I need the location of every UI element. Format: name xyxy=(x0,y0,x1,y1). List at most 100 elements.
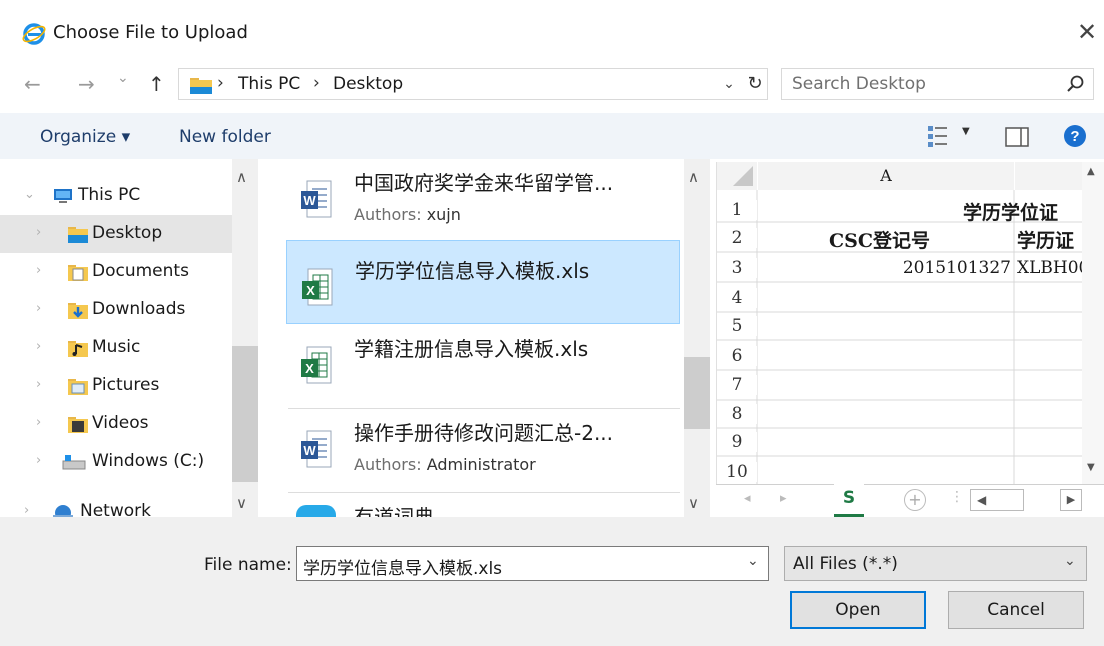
desktop-folder-icon xyxy=(68,227,88,243)
sidebar-item-label: Network xyxy=(80,501,151,517)
help-icon[interactable]: ? xyxy=(1063,124,1087,148)
sidebar-item-this-pc[interactable]: ⌄ This PC xyxy=(0,177,232,215)
scroll-down-icon[interactable]: ∨ xyxy=(236,494,247,512)
cancel-button[interactable]: Cancel xyxy=(948,591,1084,629)
scroll-down-icon[interactable]: ▼ xyxy=(1087,462,1095,473)
change-view-icon[interactable] xyxy=(926,124,950,148)
preview-scrollbar[interactable]: ▲ ▼ xyxy=(1082,162,1104,484)
file-name: 操作手册待修改问题汇总-2... xyxy=(354,421,614,445)
youdao-dictionary-icon xyxy=(296,505,336,517)
svg-text:X: X xyxy=(306,283,315,298)
up-folder-icon[interactable]: ↑ xyxy=(148,72,165,96)
row-header: 1 xyxy=(717,200,757,220)
sidebar-item-documents[interactable]: › Documents xyxy=(0,253,232,291)
sheet-corner xyxy=(717,162,757,190)
chevron-right-icon[interactable]: › xyxy=(36,301,41,316)
chevron-right-icon[interactable]: › xyxy=(24,503,29,517)
excel-spreadsheet-icon: X xyxy=(301,346,332,384)
sidebar-item-label: Desktop xyxy=(92,223,163,243)
file-item[interactable]: X 学籍注册信息导入模板.xls xyxy=(286,325,680,409)
word-document-icon: W xyxy=(301,180,332,218)
scroll-down-icon[interactable]: ∨ xyxy=(688,494,699,512)
sidebar-item-windows-c[interactable]: › Windows (C:) xyxy=(0,443,232,481)
row-header: 6 xyxy=(717,346,757,366)
preview-pane-icon[interactable] xyxy=(1005,127,1029,147)
breadcrumb-this-pc[interactable]: This PC xyxy=(238,74,300,94)
organize-menu[interactable]: Organize ▾ xyxy=(40,127,130,147)
sidebar-item-pictures[interactable]: › Pictures xyxy=(0,367,232,405)
file-name: 有道词典 xyxy=(354,505,434,517)
file-item[interactable]: W 操作手册待修改问题汇总-2... Authors: Administrato… xyxy=(286,409,680,493)
recent-locations-icon[interactable]: ⌄ xyxy=(117,70,129,86)
search-placeholder: Search Desktop xyxy=(792,74,926,94)
sidebar-item-network[interactable]: › Network xyxy=(0,493,232,517)
sidebar-item-downloads[interactable]: › Downloads xyxy=(0,291,232,329)
select-all-icon xyxy=(733,166,753,186)
open-button[interactable]: Open xyxy=(790,591,926,629)
file-list: W 中国政府奖学金来华留学管... Authors: xujn X 学历学位信息… xyxy=(260,159,684,517)
sheet-tab[interactable]: S xyxy=(834,484,864,517)
chevron-right-icon[interactable]: › xyxy=(36,415,41,430)
videos-icon xyxy=(68,417,88,433)
breadcrumb-separator-icon: › xyxy=(313,73,320,93)
sheet-cell: XLBH00 xyxy=(1017,258,1083,278)
scroll-up-icon[interactable]: ∧ xyxy=(688,168,699,186)
back-icon[interactable]: ← xyxy=(24,72,41,96)
window-title: Choose File to Upload xyxy=(53,22,248,43)
sidebar-item-music[interactable]: › Music xyxy=(0,329,232,367)
sidebar-item-desktop[interactable]: › Desktop xyxy=(0,215,232,253)
chevron-right-icon[interactable]: › xyxy=(36,225,41,240)
breadcrumb-desktop[interactable]: Desktop xyxy=(333,74,403,94)
column-header-b xyxy=(1015,162,1085,190)
chevron-down-icon[interactable]: ⌄ xyxy=(1064,553,1076,569)
chevron-right-icon[interactable]: › xyxy=(36,263,41,278)
file-item-selected[interactable]: X 学历学位信息导入模板.xls xyxy=(286,240,680,324)
row-header: 7 xyxy=(717,375,757,395)
nav-scrollbar-thumb[interactable] xyxy=(232,346,258,482)
tab-prev-icon[interactable]: ◂ xyxy=(744,491,751,506)
horizontal-scrollbar[interactable]: ◀ xyxy=(970,489,1024,511)
sidebar-item-videos[interactable]: › Videos xyxy=(0,405,232,443)
file-name-value: 学历学位信息导入模板.xls xyxy=(303,559,503,579)
file-name: 学历学位信息导入模板.xls xyxy=(355,259,590,283)
computer-icon xyxy=(54,189,72,203)
search-icon[interactable] xyxy=(1066,74,1086,94)
scroll-right-icon[interactable]: ▶ xyxy=(1060,489,1082,511)
add-sheet-icon[interactable]: + xyxy=(904,489,926,511)
file-list-scrollbar-thumb[interactable] xyxy=(684,357,710,429)
scroll-up-icon[interactable]: ∧ xyxy=(236,168,247,186)
view-dropdown-icon[interactable]: ▼ xyxy=(962,126,970,137)
sidebar-item-label: Windows (C:) xyxy=(92,451,205,471)
chevron-down-icon[interactable]: ⌄ xyxy=(24,187,35,202)
sidebar-item-label: Pictures xyxy=(92,375,160,395)
tab-next-icon[interactable]: ▸ xyxy=(780,491,787,506)
file-item[interactable]: 有道词典 xyxy=(286,493,680,517)
breadcrumb-separator-icon: › xyxy=(217,73,224,93)
file-item[interactable]: W 中国政府奖学金来华留学管... Authors: xujn xyxy=(286,159,680,243)
chevron-down-icon[interactable]: ⌄ xyxy=(747,553,759,569)
scroll-left-icon[interactable]: ◀ xyxy=(977,490,986,510)
file-type-value: All Files (*.*) xyxy=(793,554,898,574)
scroll-up-icon[interactable]: ▲ xyxy=(1087,166,1095,177)
file-name: 中国政府奖学金来华留学管... xyxy=(354,171,614,195)
file-list-scrollbar[interactable] xyxy=(684,159,710,517)
network-icon xyxy=(53,505,73,517)
column-header-a: A xyxy=(758,162,1014,190)
music-icon xyxy=(68,341,88,357)
chevron-down-icon[interactable]: ⌄ xyxy=(718,70,740,98)
folder-icon xyxy=(190,78,212,94)
dialog-footer xyxy=(0,517,1104,646)
new-folder-button[interactable]: New folder xyxy=(179,127,271,147)
sheet-cell-title: 学历学位证 xyxy=(963,202,1059,224)
internet-explorer-icon xyxy=(22,23,46,45)
close-icon[interactable]: ✕ xyxy=(1074,18,1100,46)
refresh-icon[interactable]: ↻ xyxy=(744,70,766,98)
chevron-right-icon[interactable]: › xyxy=(36,377,41,392)
sheet-cell: CSC登记号 xyxy=(829,230,930,252)
sidebar-item-label: Music xyxy=(92,337,141,357)
chevron-right-icon[interactable]: › xyxy=(36,339,41,354)
chevron-right-icon[interactable]: › xyxy=(36,453,41,468)
forward-icon[interactable]: → xyxy=(78,72,95,96)
row-header: 9 xyxy=(717,432,757,452)
more-icon[interactable]: ⋮ xyxy=(950,489,964,505)
